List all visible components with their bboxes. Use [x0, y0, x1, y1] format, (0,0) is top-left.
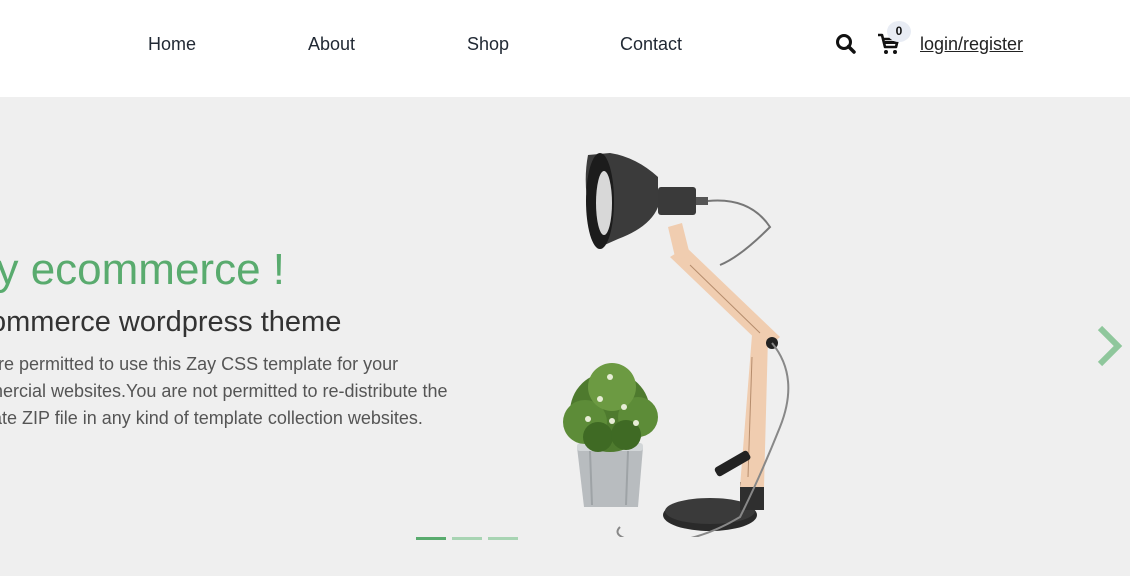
nav-home-link[interactable]: Home: [148, 34, 196, 55]
nav-shop-link[interactable]: Shop: [467, 34, 509, 55]
carousel-next-button[interactable]: [1092, 322, 1124, 370]
hero-title: ay ecommerce !: [0, 245, 285, 294]
search-icon: [836, 34, 856, 54]
hero-carousel: ay ecommerce ! ommerce wordpress theme a…: [0, 97, 1130, 576]
login-register-link[interactable]: login/register: [920, 34, 1023, 55]
hero-description-line: mercial websites.You are not permitted t…: [0, 381, 448, 401]
nav-about-link[interactable]: About: [308, 34, 355, 55]
hero-description-line: late ZIP file in any kind of template co…: [0, 408, 423, 428]
cart-count-badge: 0: [887, 21, 911, 42]
nav-contact-link[interactable]: Contact: [620, 34, 682, 55]
carousel-indicator-3[interactable]: [488, 537, 518, 540]
navbar: Home About Shop Contact 0 login/register: [0, 0, 1130, 97]
search-button[interactable]: [835, 33, 857, 55]
hero-description: are permitted to use this Zay CSS templa…: [0, 351, 458, 432]
carousel-indicator-2[interactable]: [452, 537, 482, 540]
hero-product-image: [563, 153, 790, 537]
carousel-indicator-1[interactable]: [416, 537, 446, 540]
chevron-right-icon: [1097, 325, 1123, 367]
hero-description-line: are permitted to use this Zay CSS templa…: [0, 354, 399, 374]
hero-subtitle: ommerce wordpress theme: [0, 306, 342, 338]
